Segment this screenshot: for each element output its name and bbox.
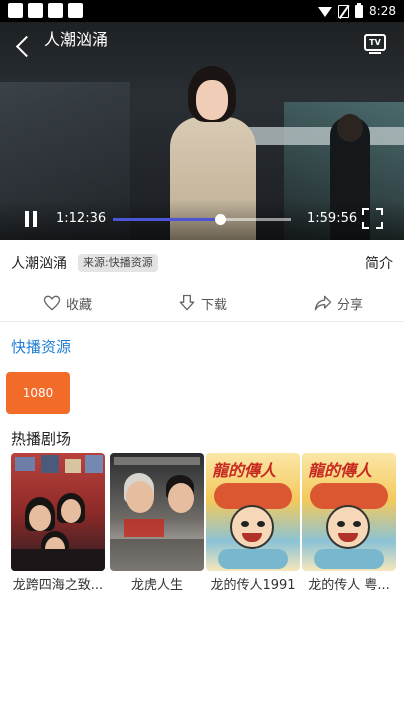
tv-cast-icon[interactable]: TV (364, 34, 386, 54)
status-time: 8:28 (369, 4, 396, 18)
hot-item-title: 龙跨四海之致... (12, 578, 104, 593)
hot-item-title: 龙虎人生 (130, 578, 183, 593)
hot-item[interactable]: 龍的傳人 龙的传人1991 (206, 453, 300, 593)
wifi-icon (318, 7, 333, 17)
hot-item[interactable]: 龍的傳人 龙的传人 粤... (302, 453, 396, 593)
favorite-button[interactable]: 收藏 (42, 292, 92, 314)
back-arrow-icon[interactable] (14, 34, 32, 60)
poster-image: 龍的傳人 (206, 453, 300, 571)
total-time: 1:59:56 (307, 211, 358, 226)
poster-image: 龍的傳人 (302, 453, 396, 571)
share-button[interactable]: 分享 (313, 292, 363, 314)
hot-item[interactable]: 龙虎人生 (110, 453, 204, 593)
share-icon (314, 295, 332, 311)
favorite-label: 收藏 (66, 297, 93, 313)
no-sim-icon (338, 4, 350, 18)
heart-icon (43, 295, 61, 311)
current-time: 1:12:36 (56, 211, 107, 226)
notification-icon (28, 3, 43, 18)
hot-section-title: 热播剧场 (11, 430, 72, 448)
poster-image (11, 453, 105, 571)
download-icon (179, 294, 195, 311)
notification-icon (8, 3, 23, 18)
hot-item-title: 龙的传人1991 (210, 578, 296, 593)
notification-icon (68, 3, 83, 18)
player-controls: 1:12:36 1:59:56 (0, 200, 404, 240)
poster-image (110, 453, 204, 571)
share-label: 分享 (337, 297, 364, 313)
show-title: 人潮汹涌 (11, 256, 67, 272)
hot-item[interactable]: 龙跨四海之致... (11, 453, 105, 593)
progress-fill (113, 218, 220, 221)
action-bar: 收藏 下载 分享 (0, 284, 404, 322)
video-player[interactable]: 人潮汹涌 TV 1:12:36 1:59:56 (0, 22, 404, 240)
battery-icon (355, 2, 364, 18)
hot-list: 龙跨四海之致... 龙虎人生 龍的傳人 龙的传人1991 龍的傳人 龙的传人 粤… (0, 453, 404, 593)
hot-item-title: 龙的传人 粤... (308, 578, 390, 593)
intro-button[interactable]: 简介 (365, 253, 393, 273)
source-section-title: 快播资源 (11, 338, 72, 356)
fullscreen-icon[interactable] (362, 208, 383, 229)
video-title: 人潮汹涌 (44, 30, 109, 49)
notification-icon (48, 3, 63, 18)
progress-bar[interactable] (113, 214, 291, 225)
pause-icon[interactable] (24, 211, 38, 227)
status-bar: 8:28 (0, 0, 404, 22)
download-button[interactable]: 下载 (177, 292, 227, 314)
progress-handle[interactable] (214, 214, 226, 225)
download-label: 下载 (201, 297, 228, 313)
episode-button[interactable]: 1080 (6, 372, 70, 414)
video-info-row: 人潮汹涌 来源:快播资源 简介 (0, 240, 404, 284)
source-badge: 来源:快播资源 (78, 254, 158, 272)
